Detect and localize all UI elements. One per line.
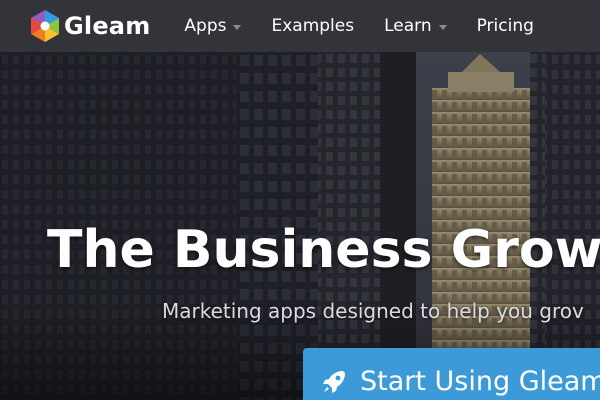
nav-item-label: Pricing xyxy=(476,16,534,36)
nav-item-pricing[interactable]: Pricing xyxy=(477,16,534,36)
nav-item-label: Apps xyxy=(184,16,227,36)
chevron-down-icon xyxy=(233,24,242,30)
main-menu: Apps Examples Learn Pricing xyxy=(184,16,564,36)
nav-item-label: Examples xyxy=(271,16,355,36)
rocket-icon xyxy=(323,371,345,393)
nav-item-apps[interactable]: Apps xyxy=(184,16,242,36)
nav-item-label: Learn xyxy=(384,16,432,36)
hero-tagline: Marketing apps designed to help you grov xyxy=(162,299,584,323)
chevron-down-icon xyxy=(438,24,447,30)
brand-link[interactable]: Gleam xyxy=(28,9,150,43)
hero-section: The Business Growt Marketing apps design… xyxy=(0,52,600,400)
top-navbar: Gleam Apps Examples Learn Pricing xyxy=(0,0,600,52)
gleam-logo-icon xyxy=(31,10,59,42)
nav-item-examples[interactable]: Examples xyxy=(271,16,354,36)
cta-label: Start Using Gleam xyxy=(360,366,600,397)
hero-headline: The Business Growt xyxy=(47,220,600,280)
brand-name: Gleam xyxy=(64,12,151,40)
nav-item-learn[interactable]: Learn xyxy=(384,16,447,36)
start-using-gleam-button[interactable]: Start Using Gleam xyxy=(303,348,600,400)
